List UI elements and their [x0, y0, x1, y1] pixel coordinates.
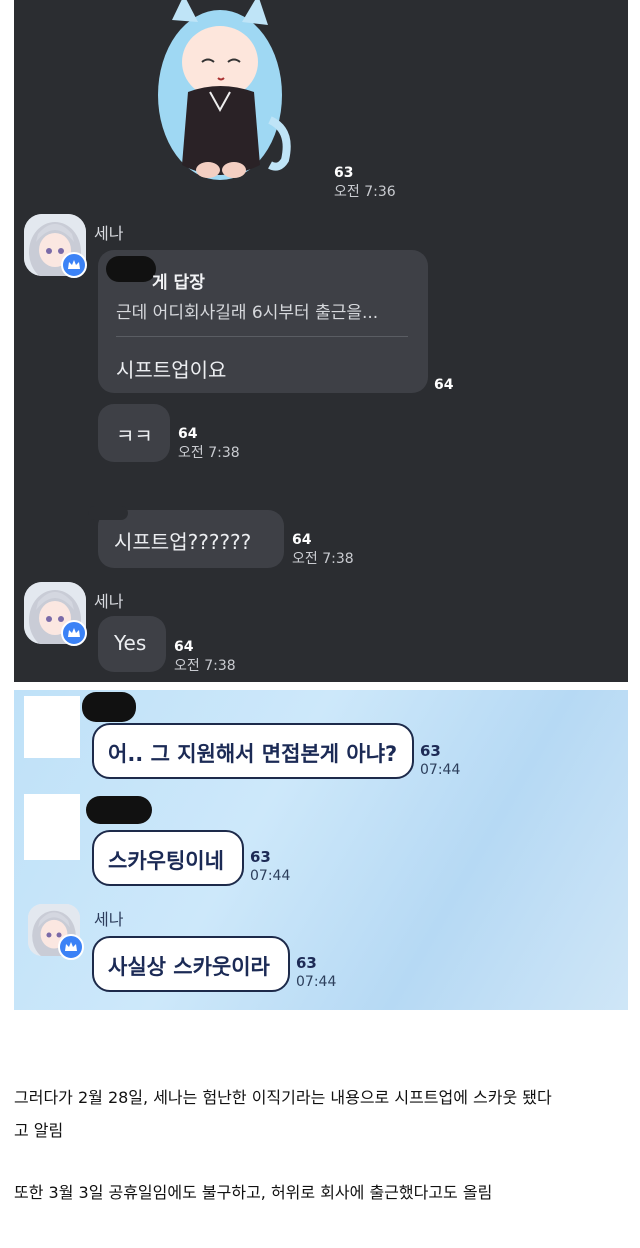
read-count: 64: [292, 532, 312, 548]
crown-badge-icon: [61, 252, 87, 278]
redacted-name-scribble: [86, 796, 152, 824]
reply-meta: 64: [434, 376, 453, 395]
message-text: ㅋㅋ: [116, 424, 153, 448]
read-count: 63: [250, 848, 271, 866]
message-bubble[interactable]: 사실상 스카웃이라: [92, 936, 290, 992]
redacted-scribble: [106, 256, 156, 282]
read-count: 63: [334, 165, 354, 181]
quoted-text: 근데 어디회사길래 6시부터 출근을...: [116, 303, 379, 323]
message-text: 어.. 그 지원해서 면접본게 아냐?: [108, 742, 398, 766]
timestamp: 오전 7:38: [178, 445, 240, 461]
crown-badge-icon: [61, 620, 87, 646]
redacted-avatar: [24, 696, 80, 758]
message-meta: 63 07:44: [296, 954, 336, 992]
timestamp: 07:44: [296, 974, 337, 990]
sender-name: 세나: [94, 910, 124, 929]
sticker-meta: 63 오전 7:36: [334, 164, 396, 202]
timestamp: 07:44: [250, 868, 291, 884]
message-text: 사실상 스카웃이라: [108, 955, 270, 979]
timestamp: 오전 7:38: [292, 551, 354, 567]
sender-name: 세나: [94, 592, 124, 611]
message-meta: 64 오전 7:38: [178, 425, 240, 463]
message-text: 시프트업??????: [114, 530, 252, 554]
read-count: 64: [174, 639, 194, 655]
message-bubble[interactable]: 시프트업??????: [88, 506, 284, 568]
quote-divider: [116, 336, 408, 337]
article-paragraph-line: 고 알림: [14, 1121, 64, 1140]
redacted-avatar: [24, 794, 80, 860]
message-bubble[interactable]: ㅋㅋ: [98, 404, 170, 462]
timestamp: 07:44: [420, 762, 461, 778]
timestamp: 오전 7:36: [334, 184, 396, 200]
message-meta: 64 오전 7:38: [292, 531, 354, 569]
crown-badge-icon: [58, 934, 84, 960]
article-paragraph-line: 그러다가 2월 28일, 세나는 험난한 이직기라는 내용으로 시프트업에 스카…: [14, 1088, 552, 1107]
message-text: Yes: [114, 631, 147, 655]
redacted-name-scribble: [82, 692, 136, 722]
read-count: 64: [434, 377, 454, 393]
message-meta: 63 07:44: [250, 848, 290, 886]
redacted-scribble: [88, 506, 128, 520]
reply-message-bubble[interactable]: 게 답장 근데 어디회사길래 6시부터 출근을... 시프트업이요: [98, 250, 428, 393]
sender-name: 세나: [94, 224, 124, 243]
article-paragraph: 또한 3월 3일 공휴일임에도 불구하고, 허위로 회사에 출근했다고도 올림: [14, 1183, 493, 1202]
message-text: 시프트업이요: [116, 358, 227, 382]
message-meta: 63 07:44: [420, 742, 460, 780]
read-count: 63: [420, 742, 441, 760]
message-bubble[interactable]: 어.. 그 지원해서 면접본게 아냐?: [92, 723, 414, 779]
message-bubble[interactable]: 스카우팅이네: [92, 830, 244, 886]
read-count: 63: [296, 954, 317, 972]
timestamp: 오전 7:38: [174, 658, 236, 674]
reply-header: 게 답장: [152, 273, 205, 293]
message-bubble[interactable]: Yes: [98, 616, 166, 672]
cat-girl-sticker: [150, 0, 295, 185]
message-meta: 64 오전 7:38: [174, 638, 236, 676]
light-chat-panel: 어.. 그 지원해서 면접본게 아냐? 63 07:44 스카우팅이네 63 0…: [14, 690, 628, 1010]
dark-chat-panel: 63 오전 7:36 세나 게 답장 근데 어디회사길래 6시부터 출근을...…: [14, 0, 628, 682]
read-count: 64: [178, 426, 198, 442]
message-text: 스카우팅이네: [108, 849, 224, 873]
